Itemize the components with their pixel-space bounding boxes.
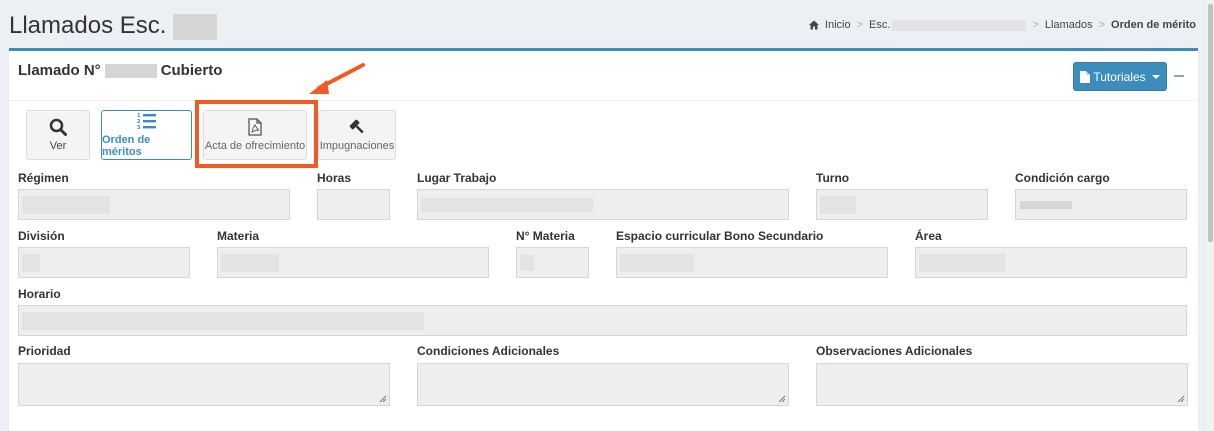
espacio-curricular-field[interactable] [616,247,888,278]
turno-field[interactable] [816,189,988,220]
redacted-school-name [173,13,218,40]
redacted-value [421,197,593,212]
espacio-curricular-label: Espacio curricular Bono Secundario [616,229,824,243]
acta-de-ofrecimiento-button[interactable]: Acta de ofrecimiento [203,110,307,160]
resize-grip-icon[interactable] [379,395,387,403]
horario-field[interactable] [18,305,1187,336]
materia-field[interactable] [217,247,489,278]
regimen-field[interactable] [18,189,290,220]
redacted-school [892,19,1027,31]
horas-label: Horas [317,171,352,185]
collapse-button[interactable] [1172,64,1186,88]
breadcrumb-llamados[interactable]: Llamados [1045,19,1093,31]
breadcrumb-separator: > [1032,19,1039,31]
svg-text:3: 3 [137,125,141,130]
breadcrumb: Inicio > Esc. > Llamados > Orden de méri… [808,19,1196,31]
impugnaciones-button[interactable]: Impugnaciones [318,110,396,160]
ordered-list-icon: 123 [137,113,156,130]
redacted-value [221,253,279,272]
tutorials-label: Tutoriales [1093,69,1146,84]
box-title: Llamado N° Cubierto [18,62,222,79]
redacted-llamado-number [104,63,157,78]
redacted-value [22,253,40,272]
redacted-value [1020,200,1072,209]
ver-button[interactable]: Ver [26,110,90,160]
area-label: Área [915,229,942,243]
observaciones-adicionales-textarea[interactable] [816,363,1188,406]
condiciones-adicionales-textarea[interactable] [417,363,789,406]
minus-icon [1174,75,1184,77]
redacted-value [520,254,534,271]
division-label: División [18,229,65,243]
redacted-value [22,195,110,214]
box-title-prefix: Llamado N° [18,62,101,79]
chevron-down-icon [1151,74,1160,79]
redacted-value [919,253,1005,272]
orden-de-meritos-label: Orden de méritos [102,134,151,158]
observaciones-adicionales-label: Observaciones Adicionales [816,344,973,358]
lugar-trabajo-field[interactable] [417,189,789,220]
home-icon [808,20,819,30]
page-title: Llamados Esc. [9,12,218,40]
horas-field[interactable] [317,189,390,220]
orden-de-meritos-button[interactable]: 123 Orden de méritos [101,110,192,160]
condiciones-adicionales-label: Condiciones Adicionales [417,344,560,358]
box-header: Llamado N° Cubierto Tutoriales [9,51,1198,101]
turno-label: Turno [816,171,850,185]
n-materia-label: N° Materia [516,229,575,243]
division-field[interactable] [18,247,190,278]
redacted-value [820,195,856,214]
search-icon [49,118,67,136]
condicion-cargo-field[interactable] [1015,189,1187,220]
prioridad-textarea[interactable] [18,363,390,406]
breadcrumb-separator: > [1098,19,1106,31]
resize-grip-icon[interactable] [778,395,786,403]
n-materia-field[interactable] [516,247,589,278]
breadcrumb-school[interactable]: Esc. [869,19,1027,31]
condicion-cargo-label: Condición cargo [1015,171,1110,185]
pdf-file-icon [248,118,262,136]
horario-label: Horario [18,287,61,301]
prioridad-label: Prioridad [18,344,71,358]
box-title-suffix: Cubierto [160,62,223,79]
ver-label: Ver [49,140,67,152]
tutorials-dropdown-button[interactable]: Tutoriales [1073,62,1167,91]
breadcrumb-school-label: Esc. [869,19,891,31]
area-field[interactable] [915,247,1187,278]
breadcrumb-home[interactable]: Inicio [825,19,851,31]
breadcrumb-separator: > [856,19,864,31]
regimen-label: Régimen [18,171,69,185]
gavel-icon [349,119,364,134]
materia-label: Materia [217,229,260,243]
scrollbar-thumb[interactable] [1208,4,1213,242]
redacted-value [22,311,424,330]
lugar-trabajo-label: Lugar Trabajo [417,171,497,185]
redacted-value [620,253,694,272]
page-title-text: Llamados Esc. [9,12,167,39]
breadcrumb-current: Orden de mérito [1111,19,1196,31]
acta-de-ofrecimiento-label: Acta de ofrecimiento [204,140,306,152]
impugnaciones-label: Impugnaciones [319,140,395,152]
file-icon [1080,70,1091,83]
resize-grip-icon[interactable] [1177,395,1185,403]
llamado-box: Llamado N° Cubierto Tutoriales Ver 123 O… [9,48,1198,431]
